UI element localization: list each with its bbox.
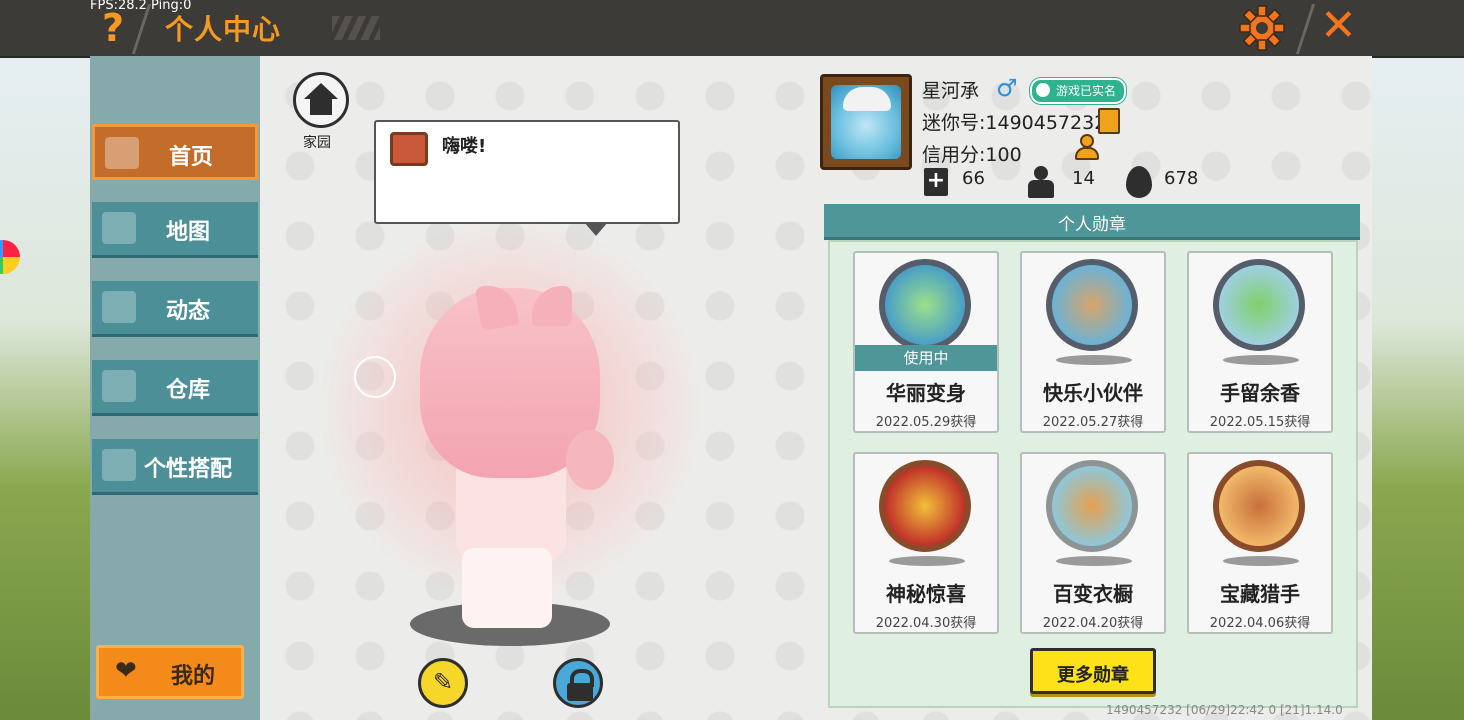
background-scenery-left [0,56,92,720]
page-title: 个人中心 [165,13,282,46]
fans-icon-body [1028,180,1054,198]
fans-count: 14 [1072,168,1095,189]
sidebar-item-label: 地图 [166,220,211,245]
medal-section-header: 个人勋章 [824,204,1360,240]
medal-icon [1213,460,1305,552]
medal-card[interactable]: 使用中 华丽变身 2022.05.29获得 [853,251,999,433]
background-scenery-right [1372,56,1464,720]
house-icon [105,137,139,169]
verified-badge: 游戏已实名 [1030,78,1127,104]
medal-date: 2022.04.30获得 [875,616,977,631]
sidebar-item-label: 个性搭配 [144,457,233,482]
gear-icon[interactable] [1238,4,1286,52]
medal-stand [1056,556,1132,566]
sidebar-item-home[interactable]: 首页 [92,124,258,180]
medal-stand [889,556,965,566]
sidebar-item-outfit[interactable]: 个性搭配 [92,439,258,495]
medal-date: 2022.05.29获得 [875,415,977,430]
friends-count: 66 [962,168,985,189]
sidebar-item-label: 仓库 [166,378,211,403]
bell-icon [102,291,136,323]
fans-icon-head [1034,166,1048,180]
medal-icon [1046,460,1138,552]
copy-icon[interactable] [1098,108,1120,134]
mine-label: 我的 [171,664,216,689]
medal-name: 神秘惊喜 [886,582,966,606]
medal-stand [1223,355,1299,365]
medal-name: 百变衣橱 [1053,582,1133,606]
medal-date: 2022.05.15获得 [1209,415,1311,430]
chest-icon [390,132,428,166]
avatar-image [831,85,901,159]
avatar[interactable] [820,74,912,170]
sidebar: 首页 地图 动态 仓库 个性搭配 [90,56,260,720]
popularity-count: 678 [1164,168,1199,189]
mine-button[interactable]: ❤ 我的 [96,645,244,699]
medal-date: 2022.04.06获得 [1209,616,1311,631]
username: 星河承 [922,80,980,102]
ring-marker [354,356,396,398]
sidebar-item-warehouse[interactable]: 仓库 [92,360,258,416]
more-medals-label: 更多勋章 [1057,665,1129,686]
fans-icon [1026,166,1056,198]
lock-icon-body [567,683,593,701]
medal-card[interactable]: 手留余香 2022.05.15获得 [1187,251,1333,433]
male-icon: ♂ [996,74,1018,102]
medal-stand [1056,355,1132,365]
close-icon[interactable]: ✕ [1320,0,1357,51]
more-medals-button[interactable]: 更多勋章 [1030,648,1156,694]
map-icon [102,212,136,244]
medal-name: 华丽变身 [886,381,966,405]
medal-stand [1223,556,1299,566]
character-plush [566,430,614,490]
medal-icon [879,460,971,552]
greeting-text: 嗨喽! [442,136,487,157]
add-friend-icon-body [1075,147,1099,160]
avatar-hat [843,87,891,111]
top-bar: ? 个人中心 ✕ FPS:28.2 Ping:0 [0,0,1464,58]
house-icon-base [310,97,332,115]
character-legs [462,548,552,628]
heart-icon: ❤ [115,656,137,686]
outfit-icon [102,449,136,481]
sidebar-item-feed[interactable]: 动态 [92,281,258,337]
mini-id: 迷你号:1490457232 [922,112,1107,134]
medal-icon [879,259,971,351]
plus-icon: + [924,168,948,196]
medal-name: 快乐小伙伴 [1043,381,1143,405]
add-friend-icon[interactable] [1074,134,1100,160]
medal-icon [1213,259,1305,351]
add-friend-icon-head [1080,134,1094,148]
medal-name: 手留余香 [1220,381,1300,405]
fps-readout: FPS:28.2 Ping:0 [90,0,192,13]
sidebar-item-label: 首页 [169,145,214,170]
sidebar-item-label: 动态 [166,299,211,324]
home-label: 家园 [303,135,331,151]
footer-info: 1490457232 [06/29]22:42 0 [21]1.14.0 [1106,703,1343,717]
sidebar-item-map[interactable]: 地图 [92,202,258,258]
in-use-badge: 使用中 [855,345,997,371]
lock-button[interactable] [553,658,603,708]
fire-icon [1126,166,1152,198]
pencil-icon: ✎ [432,668,454,696]
speech-bubble: 嗨喽! [374,120,680,236]
decorative-stripes [332,16,380,40]
edit-button[interactable]: ✎ [418,658,468,708]
home-button[interactable] [293,72,349,128]
medal-card[interactable]: 百变衣橱 2022.04.20获得 [1020,452,1166,634]
medal-card[interactable]: 快乐小伙伴 2022.05.27获得 [1020,251,1166,433]
medal-card[interactable]: 宝藏猎手 2022.04.06获得 [1187,452,1333,634]
divider [1295,4,1316,54]
credit-score: 信用分:100 [922,144,1022,166]
medal-date: 2022.04.20获得 [1042,616,1144,631]
medal-card[interactable]: 神秘惊喜 2022.04.30获得 [853,452,999,634]
warehouse-icon [102,370,136,402]
medal-date: 2022.05.27获得 [1042,415,1144,430]
medal-icon [1046,259,1138,351]
medal-name: 宝藏猎手 [1220,582,1300,606]
medal-section-title: 个人勋章 [1058,215,1126,235]
